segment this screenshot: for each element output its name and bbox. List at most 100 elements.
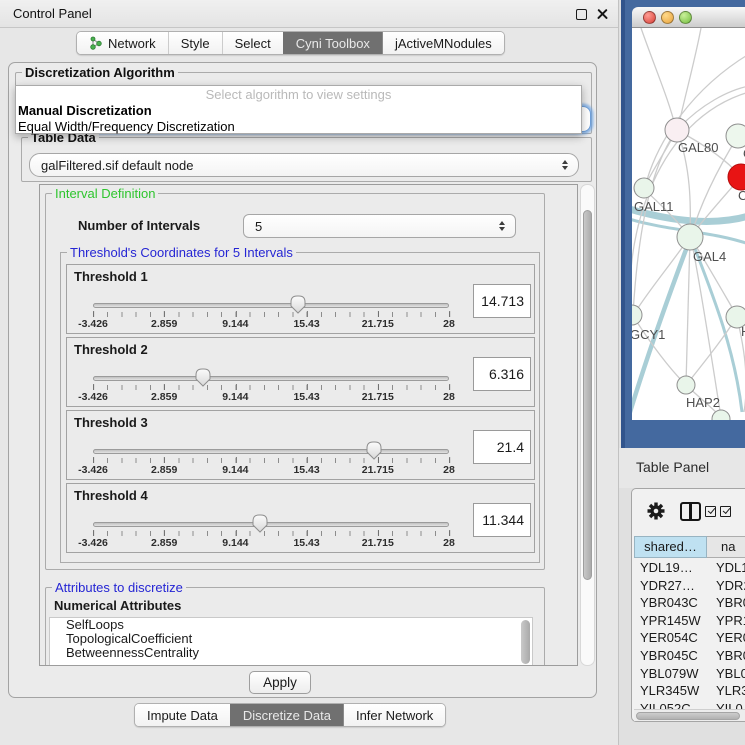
threshold-value-field[interactable]: 6.316 xyxy=(473,357,531,391)
tab-style[interactable]: Style xyxy=(168,32,222,54)
list-items: SelfLoopsTopologicalCoefficientBetweenne… xyxy=(50,618,532,660)
control-panel-titlebar: Control Panel xyxy=(0,0,618,28)
checkbox-icon[interactable] xyxy=(705,506,716,517)
network-node[interactable] xyxy=(726,124,745,148)
network-edge[interactable] xyxy=(641,28,676,129)
slider-ticks xyxy=(93,312,450,317)
table-row[interactable]: YBR045C YBR0 xyxy=(634,647,745,665)
column-header-shared-name[interactable]: shared… xyxy=(634,536,707,558)
tab-select[interactable]: Select xyxy=(222,32,283,54)
tick-label: 9.144 xyxy=(222,391,248,403)
network-node-label: H xyxy=(741,324,745,339)
panel-title: Control Panel xyxy=(13,0,92,28)
tick-label: 28 xyxy=(443,537,455,549)
threshold-value-field[interactable]: 11.344 xyxy=(473,503,531,537)
network-node[interactable] xyxy=(665,118,689,142)
cell-name: YER0 xyxy=(707,629,745,647)
list-item[interactable]: SelfLoops xyxy=(50,618,532,632)
dropdown-option-equal-width-frequency[interactable]: Equal Width/Frequency Discretization xyxy=(16,119,581,135)
network-edge[interactable] xyxy=(645,54,745,187)
cell-shared-name: YDL19… xyxy=(634,559,707,577)
network-node[interactable] xyxy=(632,305,642,325)
threshold-label: Threshold 4 xyxy=(74,488,148,503)
cell-name: YDR2 xyxy=(707,577,745,595)
combo-value: galFiltered.sif default node xyxy=(30,158,561,173)
tab-jactivemnodules[interactable]: jActiveMNodules xyxy=(382,32,504,54)
threshold-slider[interactable]: -3.4262.8599.14415.4321.71528 xyxy=(93,510,449,554)
scrollbar-thumb[interactable] xyxy=(583,210,592,580)
scrollbar-thumb[interactable] xyxy=(636,712,740,720)
tab-label: jActiveMNodules xyxy=(395,36,492,51)
network-icon xyxy=(89,36,103,50)
network-canvas[interactable]: GAL80GACGAL11GAL4GCY1HHAP2 xyxy=(632,28,745,420)
table-row[interactable]: YBL079W YBL0 xyxy=(634,665,745,683)
table-data-combobox[interactable]: galFiltered.sif default node xyxy=(29,153,579,177)
table-row[interactable]: YLR345W YLR3 xyxy=(634,682,745,700)
tab-cyni-toolbox[interactable]: Cyni Toolbox xyxy=(283,32,382,54)
combo-value: 5 xyxy=(244,219,498,234)
tick-label: -3.426 xyxy=(78,318,108,330)
tab-label: Discretize Data xyxy=(243,708,331,723)
network-node[interactable] xyxy=(677,376,695,394)
control-panel: Control Panel Network Style Select Cyni … xyxy=(0,0,618,745)
slider-track[interactable] xyxy=(93,376,449,381)
tab-impute-data[interactable]: Impute Data xyxy=(135,704,230,726)
threshold-slider[interactable]: -3.4262.8599.14415.4321.71528 xyxy=(93,437,449,481)
network-edge[interactable] xyxy=(686,238,690,384)
minimize-traffic-light[interactable] xyxy=(661,11,674,24)
slider-track[interactable] xyxy=(93,449,449,454)
cell-name: YBR0 xyxy=(707,594,745,612)
cell-shared-name: YLR345W xyxy=(634,682,707,700)
threshold-panel: Threshold 3 -3.4262.8599.14415.4321.7152… xyxy=(66,410,535,480)
numerical-attributes-list[interactable]: SelfLoopsTopologicalCoefficientBetweenne… xyxy=(49,617,533,666)
dropdown-option-manual-discretization[interactable]: Manual Discretization xyxy=(16,103,581,119)
split-view-icon[interactable] xyxy=(680,502,701,521)
threshold-value-field[interactable]: 21.4 xyxy=(473,430,531,464)
table-row[interactable]: YPR145W YPR1 xyxy=(634,612,745,630)
tab-network[interactable]: Network xyxy=(77,32,168,54)
gear-icon[interactable] xyxy=(646,501,666,521)
network-edge[interactable] xyxy=(691,238,721,417)
tab-infer-network[interactable]: Infer Network xyxy=(343,704,445,726)
table-row[interactable]: YBR043C YBR0 xyxy=(634,594,745,612)
table-row[interactable]: YIL052C YIL0 xyxy=(634,700,745,709)
list-scrollbar[interactable] xyxy=(521,620,530,664)
table-row[interactable]: YDL19… YDL1 xyxy=(634,559,745,577)
network-node[interactable] xyxy=(634,178,654,198)
table-header: shared… na xyxy=(634,536,745,558)
list-item[interactable]: TopologicalCoefficient xyxy=(50,632,532,646)
vertical-scrollbar[interactable] xyxy=(580,184,595,666)
close-icon[interactable] xyxy=(596,8,609,21)
slider-track[interactable] xyxy=(93,522,449,527)
zoom-traffic-light[interactable] xyxy=(679,11,692,24)
table-row[interactable]: YDR27… YDR2 xyxy=(634,577,745,595)
network-node[interactable] xyxy=(728,164,745,190)
cell-name: YIL0 xyxy=(707,700,745,709)
threshold-label: Threshold 3 xyxy=(74,415,148,430)
network-edge[interactable] xyxy=(678,28,701,128)
checkbox-icon[interactable] xyxy=(720,506,731,517)
horizontal-scrollbar[interactable] xyxy=(634,709,745,721)
float-window-icon[interactable] xyxy=(576,9,587,20)
network-edge[interactable] xyxy=(634,238,689,314)
network-window-titlebar[interactable] xyxy=(632,7,745,28)
interval-definition-group: Interval Definition Number of Intervals … xyxy=(45,193,545,570)
number-of-intervals-combobox[interactable]: 5 xyxy=(243,214,516,238)
threshold-slider[interactable]: -3.4262.8599.14415.4321.71528 xyxy=(93,291,449,335)
slider-thumb[interactable] xyxy=(365,440,383,460)
threshold-value-field[interactable]: 14.713 xyxy=(473,284,531,318)
slider-thumb[interactable] xyxy=(194,367,212,387)
slider-thumb[interactable] xyxy=(251,513,269,533)
slider-track[interactable] xyxy=(93,303,449,308)
table-row[interactable]: YER054C YER0 xyxy=(634,629,745,647)
cell-shared-name: YBR043C xyxy=(634,594,707,612)
apply-button[interactable]: Apply xyxy=(249,671,311,694)
network-node[interactable] xyxy=(677,224,703,250)
column-header-name[interactable]: na xyxy=(707,536,745,558)
list-item[interactable]: BetweennessCentrality xyxy=(50,646,532,660)
tab-label: Network xyxy=(108,36,156,51)
tab-discretize-data[interactable]: Discretize Data xyxy=(230,704,343,726)
close-traffic-light[interactable] xyxy=(643,11,656,24)
slider-thumb[interactable] xyxy=(289,294,307,314)
threshold-slider[interactable]: -3.4262.8599.14415.4321.71528 xyxy=(93,364,449,408)
